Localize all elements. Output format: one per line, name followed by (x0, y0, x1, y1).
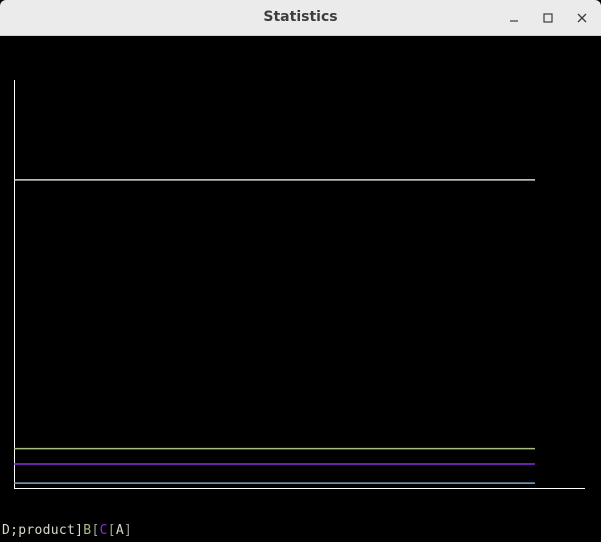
minimize-icon (510, 20, 518, 22)
statistics-window: Statistics D;product]B[C[A] (0, 0, 601, 542)
close-icon (577, 13, 587, 23)
maximize-icon (543, 13, 553, 23)
status-segment: [ (91, 523, 100, 538)
status-segment: ;product (10, 523, 76, 538)
status-segment: C (99, 523, 108, 538)
status-bar: D;product]B[C[A] (2, 522, 132, 540)
minimize-button[interactable] (502, 6, 526, 30)
title-bar[interactable]: Statistics (0, 0, 601, 36)
statistics-plot (14, 80, 585, 489)
status-segment: ] (124, 523, 133, 538)
status-segment: [ (107, 523, 116, 538)
status-segment: D (2, 523, 11, 538)
maximize-button[interactable] (536, 6, 560, 30)
status-segment: A (115, 523, 124, 538)
close-button[interactable] (570, 6, 594, 30)
